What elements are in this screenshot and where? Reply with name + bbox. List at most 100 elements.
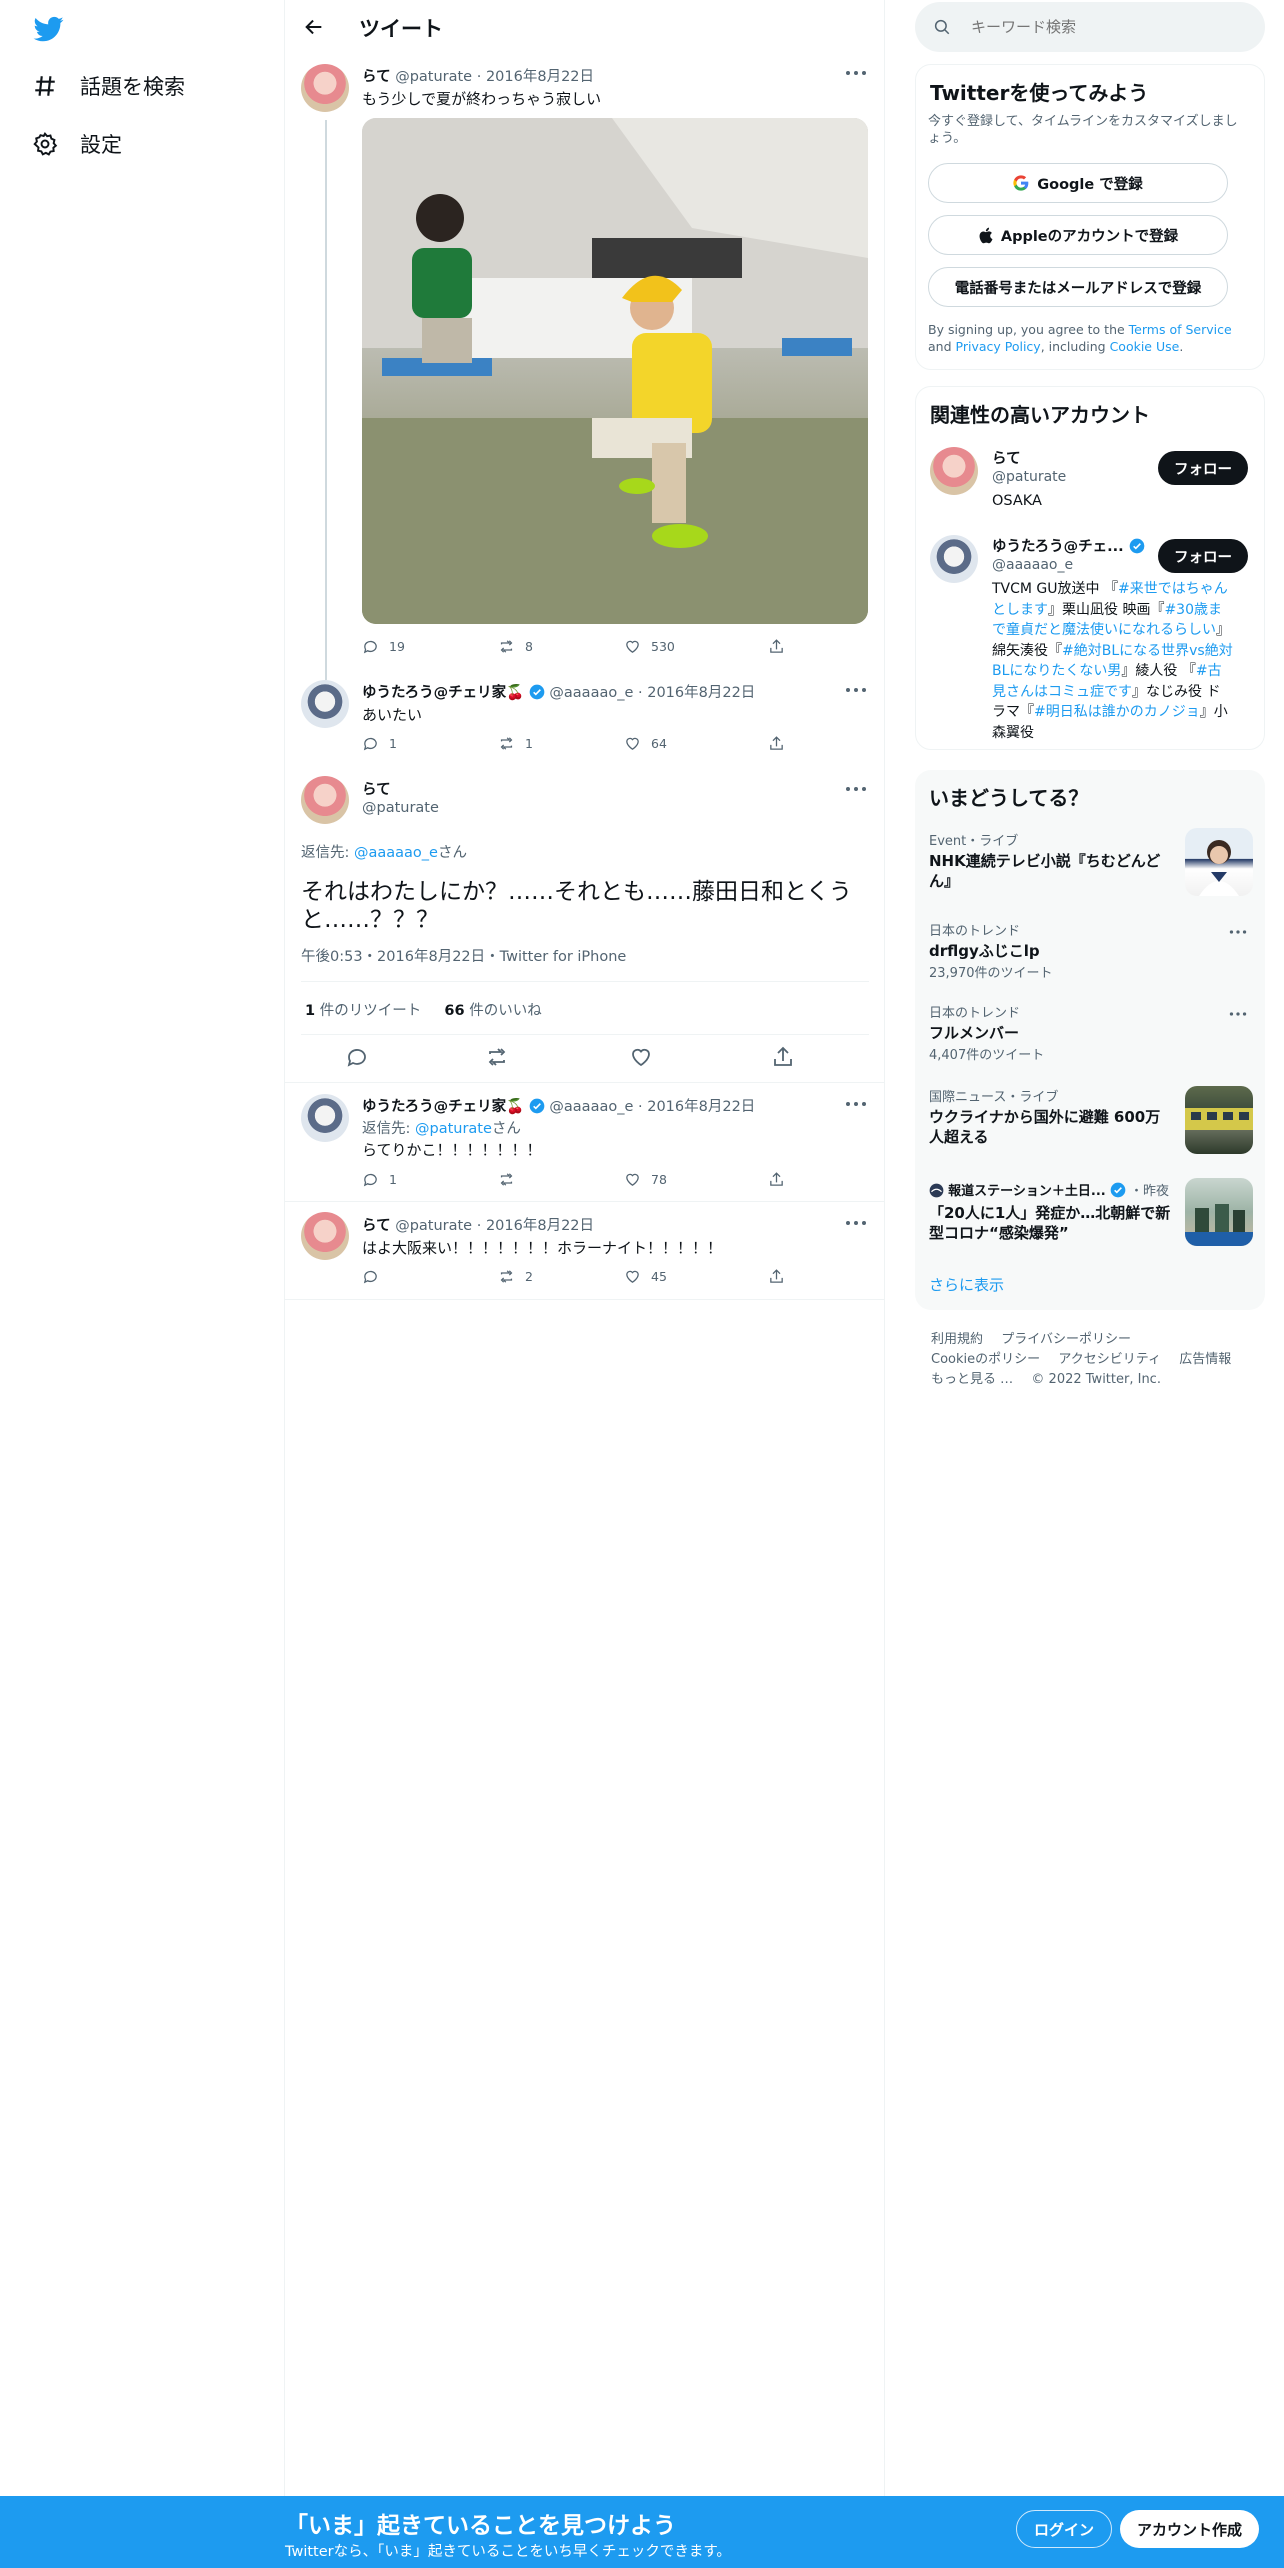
like-button[interactable]: 78 [624, 1171, 667, 1188]
share-button[interactable] [768, 638, 785, 655]
related-user-bio: OSAKA [992, 493, 1042, 509]
trends-card: いまどうしてる？ Event・ライブ NHK連続テレビ小説『ちむどんど ん』 日… [915, 770, 1265, 1310]
more-icon[interactable] [845, 1101, 867, 1107]
google-signup-button[interactable]: Google で登録 [928, 163, 1228, 203]
retweet-icon[interactable] [485, 1045, 509, 1069]
user-handle[interactable]: @aaaaao_e [549, 1099, 633, 1115]
hashtag-link[interactable]: #来世ではちゃん [1118, 581, 1228, 597]
like-button[interactable]: 64 [624, 735, 667, 752]
follow-button[interactable]: フォロー [1158, 539, 1248, 573]
search-input[interactable] [971, 2, 1241, 52]
user-handle[interactable]: @paturate [362, 800, 439, 816]
tweet-date[interactable]: 2016年8月22日 [486, 69, 594, 85]
hashtag-link[interactable]: #古 [1196, 663, 1222, 679]
cookie-link[interactable]: Cookie Use [1110, 339, 1180, 354]
nav-settings[interactable]: 設定 [32, 129, 122, 159]
copyright: © 2022 Twitter, Inc. [1031, 1372, 1161, 1387]
hashtag-link[interactable]: で童貞だと魔法使いになれるらしい [992, 622, 1216, 638]
like-button[interactable]: 530 [624, 638, 675, 655]
avatar[interactable] [301, 680, 349, 728]
hashtag-link[interactable]: 見さんはコミュ症です [992, 684, 1132, 700]
hashtag-link[interactable]: とします [992, 602, 1048, 618]
reply-to-link[interactable]: @aaaaao_e [354, 845, 438, 861]
retweet-button[interactable]: 8 [498, 638, 533, 655]
trend-title: ウクライナから国外に避難 600万 [929, 1108, 1161, 1126]
more-icon[interactable] [1229, 1011, 1247, 1017]
user-name[interactable]: ゆうたろう@チェリ家🍒 [362, 685, 524, 701]
user-name[interactable]: らて [362, 1218, 391, 1234]
nav-explore[interactable]: 話題を検索 [32, 71, 185, 101]
tweet-photo[interactable] [362, 118, 868, 624]
share-icon [770, 736, 783, 750]
back-arrow-icon[interactable] [303, 16, 325, 38]
retweet-button[interactable] [498, 1171, 525, 1188]
footer-link[interactable]: 利用規約 [931, 1332, 983, 1347]
user-name[interactable]: らて [362, 69, 391, 85]
related-user-name[interactable]: ゆうたろう@チェ... [992, 535, 1145, 556]
follow-button[interactable]: フォロー [1158, 451, 1248, 485]
like-button[interactable]: 45 [624, 1268, 667, 1285]
share-button[interactable] [768, 735, 785, 752]
show-more-link[interactable]: さらに表示 [929, 1274, 1004, 1295]
avatar[interactable] [930, 447, 978, 495]
reply-button[interactable]: 1 [362, 1171, 397, 1188]
avatar[interactable] [301, 1212, 349, 1260]
more-icon[interactable] [845, 1220, 867, 1226]
reply-icon[interactable] [345, 1045, 369, 1069]
retweet-button[interactable]: 1 [498, 735, 533, 752]
reply-button[interactable] [362, 1268, 389, 1285]
related-user-handle[interactable]: @aaaaao_e [992, 557, 1073, 573]
reply-button[interactable]: 19 [362, 638, 405, 655]
more-icon[interactable] [845, 786, 867, 792]
footer-more-link[interactable]: もっと見る … [931, 1372, 1013, 1387]
reply-button[interactable]: 1 [362, 735, 397, 752]
user-name[interactable]: らて [362, 778, 391, 799]
signup-button[interactable]: アカウント作成 [1120, 2510, 1259, 2548]
avatar[interactable] [301, 64, 349, 112]
news-time: ・昨夜 [1129, 1184, 1169, 1199]
footer-link[interactable]: 広告情報 [1179, 1352, 1231, 1367]
search-box[interactable] [915, 2, 1265, 52]
reply-to-link[interactable]: @paturate [415, 1121, 492, 1137]
footer-link[interactable]: プライバシーポリシー [1001, 1332, 1131, 1347]
tweet-meta[interactable]: 午後0:53・2016年8月22日・Twitter for iPhone [301, 945, 626, 966]
more-icon[interactable] [845, 70, 867, 76]
heart-icon[interactable] [629, 1045, 653, 1069]
hashtag-link[interactable]: #明日私は誰かのカノジョ [1034, 704, 1200, 720]
avatar[interactable] [301, 776, 349, 824]
footer-link[interactable]: アクセシビリティ [1058, 1352, 1161, 1367]
reply-prefix: 返信先: [362, 1121, 415, 1137]
apple-signup-button[interactable]: Appleのアカウントで登録 [928, 215, 1228, 255]
related-user-handle[interactable]: @paturate [992, 469, 1066, 485]
phone-email-signup-button[interactable]: 電話番号またはメールアドレスで登録 [928, 267, 1228, 307]
user-name[interactable]: ゆうたろう@チェリ家🍒 [362, 1099, 524, 1115]
share-button[interactable] [768, 1268, 785, 1285]
share-button[interactable] [768, 1171, 785, 1188]
user-handle[interactable]: @paturate [395, 1218, 472, 1234]
more-icon[interactable] [1229, 929, 1247, 935]
hashtag-link[interactable]: #絶対BLになる世界vs絶対 [1062, 643, 1233, 659]
retweet-icon [500, 1173, 513, 1186]
hashtag-link[interactable]: #30歳ま [1164, 602, 1222, 618]
hashtag-link[interactable]: BLになりたくない男 [992, 663, 1121, 679]
like-stat[interactable]: 66 件のいいね [444, 1003, 541, 1019]
footer-link[interactable]: Cookieのポリシー [931, 1352, 1040, 1367]
more-icon[interactable] [845, 687, 867, 693]
tweet-date[interactable]: 2016年8月22日 [647, 685, 755, 701]
tweet-date[interactable]: 2016年8月22日 [486, 1218, 594, 1234]
retweet-icon [500, 737, 513, 750]
divider [285, 1201, 885, 1202]
retweet-button[interactable]: 2 [498, 1268, 533, 1285]
related-user-name[interactable]: らて [992, 447, 1021, 468]
terms-link[interactable]: Terms of Service [1129, 322, 1232, 337]
tweet-date[interactable]: 2016年8月22日 [647, 1099, 755, 1115]
share-icon[interactable] [771, 1045, 795, 1069]
user-handle[interactable]: @paturate [395, 69, 472, 85]
login-button[interactable]: ログイン [1016, 2510, 1112, 2548]
retweet-stat[interactable]: 1 件のリツイート [305, 1003, 421, 1019]
privacy-link[interactable]: Privacy Policy [956, 339, 1041, 354]
twitter-logo-icon[interactable] [32, 14, 66, 44]
avatar[interactable] [301, 1094, 349, 1142]
user-handle[interactable]: @aaaaao_e [549, 685, 633, 701]
avatar[interactable] [930, 535, 978, 583]
